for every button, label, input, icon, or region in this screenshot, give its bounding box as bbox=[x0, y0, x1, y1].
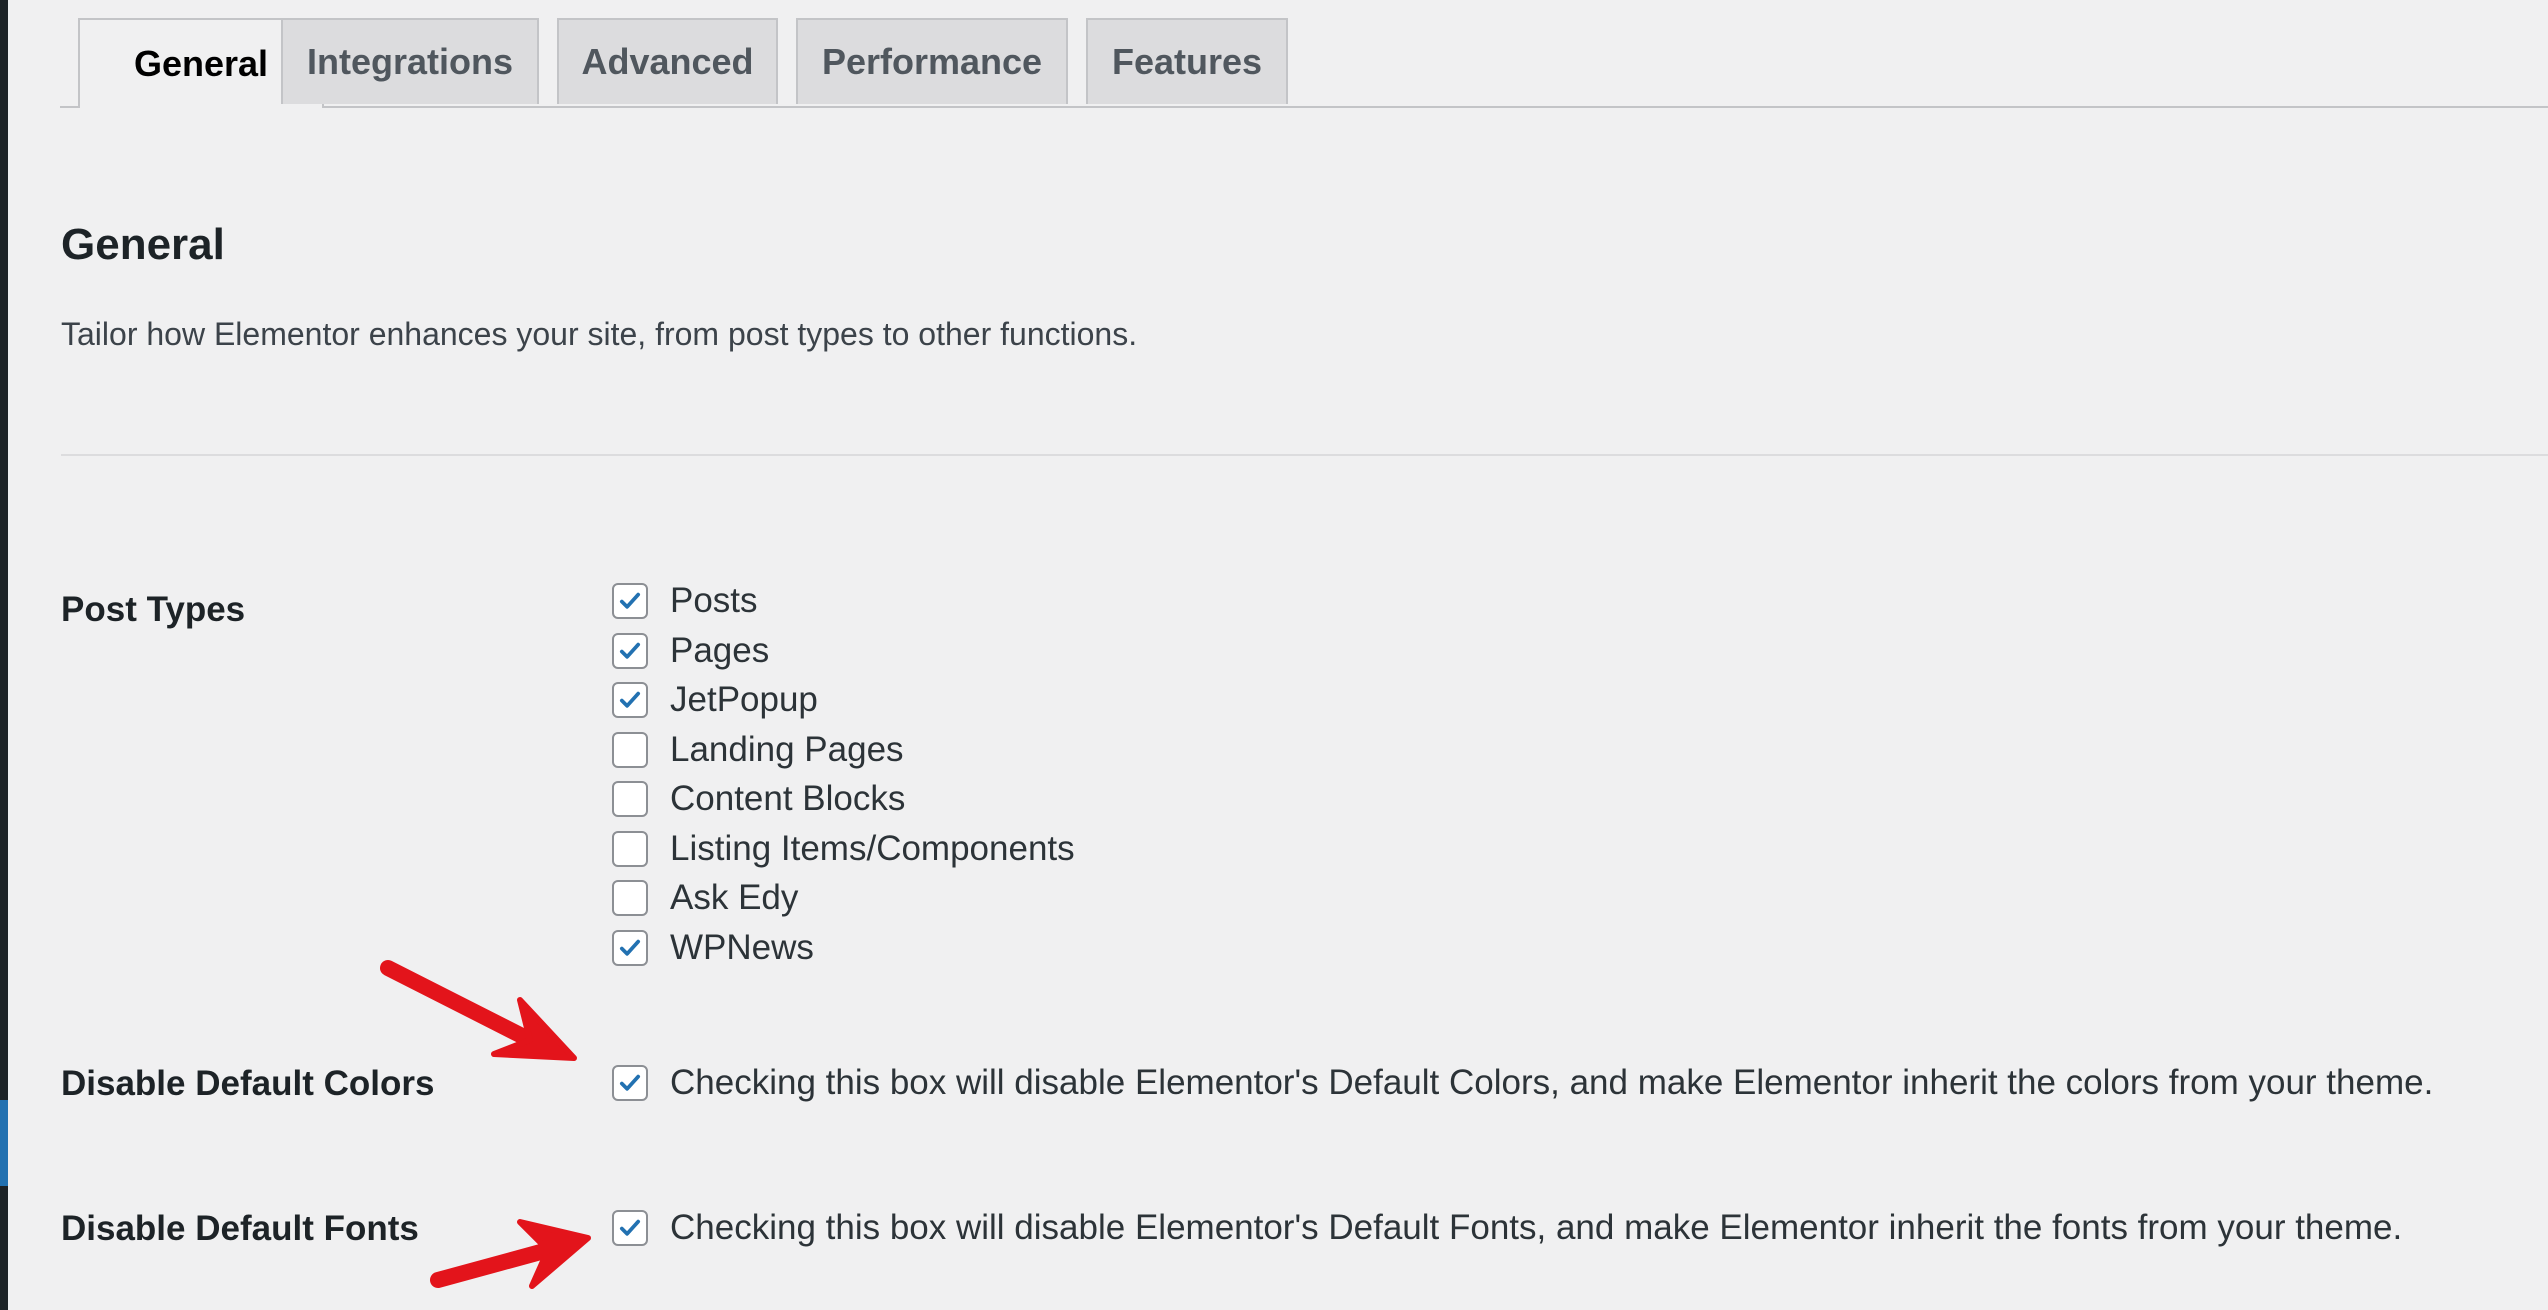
annotation-arrows bbox=[380, 960, 591, 1289]
arrow-to-disable-colors-icon bbox=[380, 960, 577, 1061]
arrow-to-disable-fonts-icon bbox=[430, 1219, 591, 1289]
